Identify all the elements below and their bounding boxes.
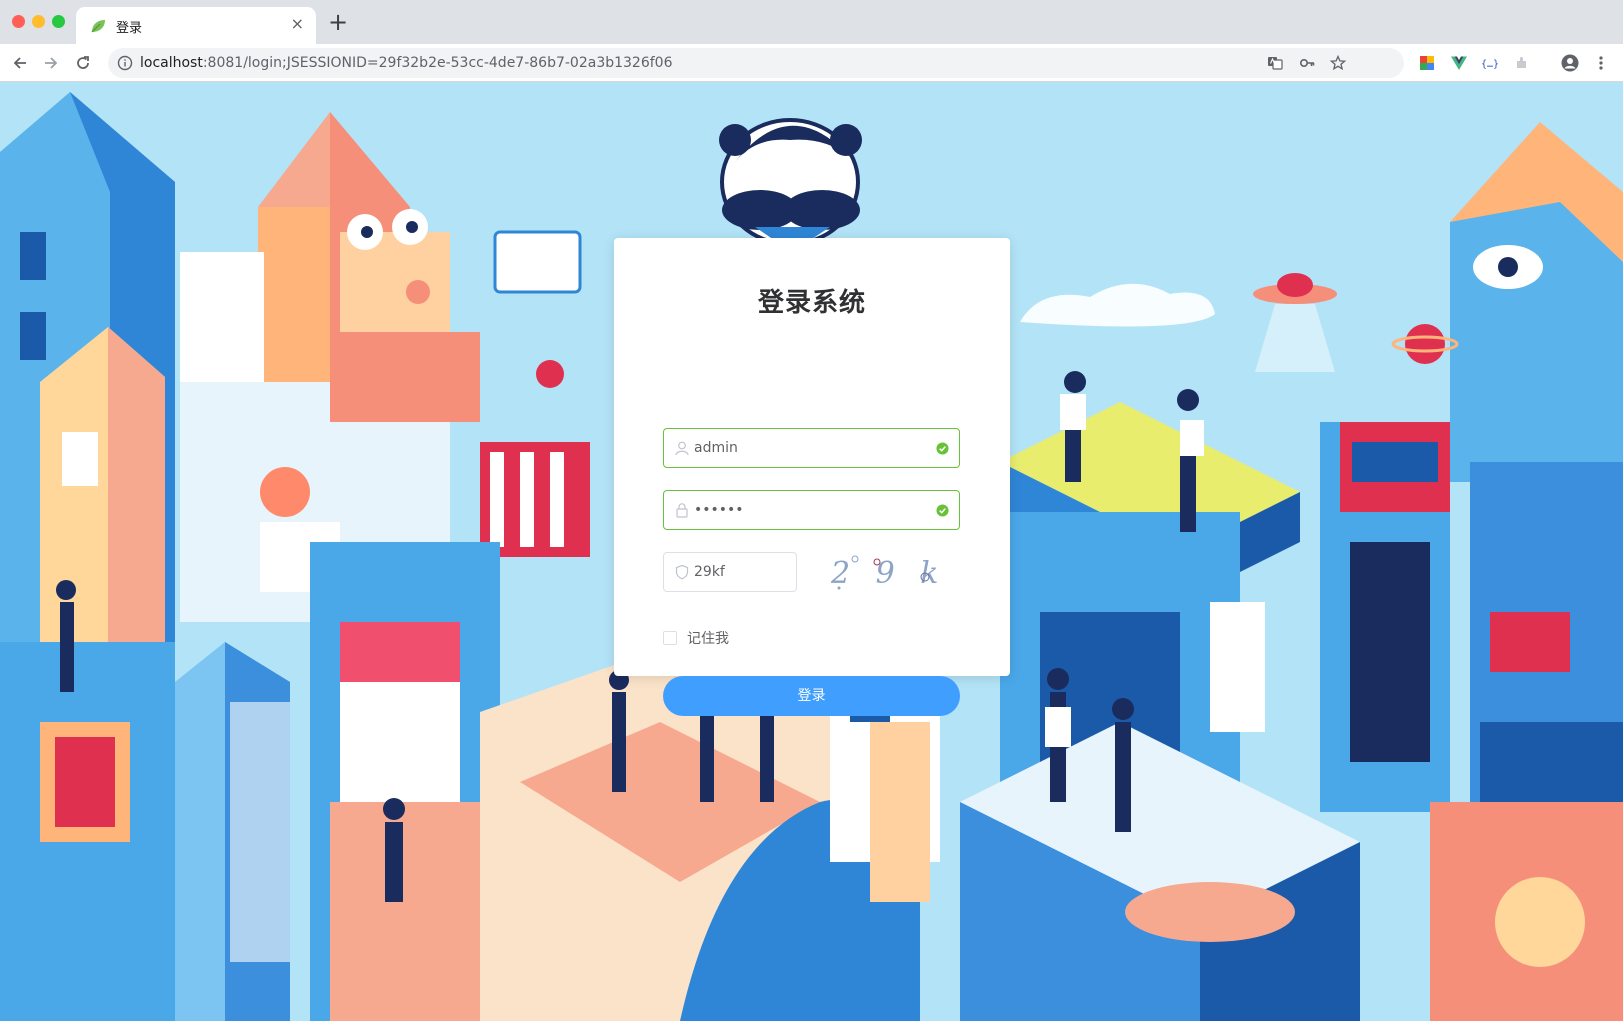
browser-menu-button[interactable] xyxy=(1592,54,1610,72)
captcha-code-field[interactable] xyxy=(663,552,797,592)
browser-toolbar: localhost:8081/login;JSESSIONID=29f32b2e… xyxy=(0,44,1623,82)
username-input[interactable] xyxy=(694,437,924,459)
close-window-button[interactable] xyxy=(12,15,25,28)
lock-icon xyxy=(676,503,688,518)
browser-tab[interactable]: 登录 × xyxy=(76,7,316,44)
tab-title: 登录 xyxy=(116,21,143,36)
puzzle-extension-icon xyxy=(1517,57,1526,68)
captcha-code-input[interactable] xyxy=(694,561,790,583)
menu-dots-icon xyxy=(1599,56,1603,70)
back-button[interactable] xyxy=(7,50,33,76)
extension-json-button[interactable]: {…} xyxy=(1481,54,1499,72)
forward-arrow-icon xyxy=(45,57,58,69)
new-tab-button[interactable]: + xyxy=(328,8,348,36)
username-field[interactable] xyxy=(663,428,960,468)
valid-check-icon xyxy=(936,504,949,517)
info-icon[interactable] xyxy=(117,55,133,71)
shield-icon xyxy=(675,564,689,580)
bookmark-button[interactable] xyxy=(1329,54,1347,72)
profile-icon xyxy=(1561,54,1579,72)
extension-color-button[interactable] xyxy=(1418,54,1436,72)
url-text: localhost:8081/login;JSESSIONID=29f32b2e… xyxy=(140,55,673,71)
profile-button[interactable] xyxy=(1561,54,1579,72)
remember-me-checkbox[interactable] xyxy=(663,631,677,645)
key-icon xyxy=(1299,59,1315,68)
address-bar[interactable]: localhost:8081/login;JSESSIONID=29f32b2e… xyxy=(108,48,1404,78)
password-key-button[interactable] xyxy=(1298,54,1316,72)
maximize-window-button[interactable] xyxy=(52,15,65,28)
extension-puzzle-button[interactable] xyxy=(1513,54,1531,72)
valid-check-icon xyxy=(936,442,949,455)
password-field[interactable] xyxy=(663,490,960,530)
forward-button[interactable] xyxy=(38,50,64,76)
back-arrow-icon xyxy=(13,57,26,69)
svg-text:{…}: {…} xyxy=(1481,59,1499,70)
extension-vue-button[interactable] xyxy=(1450,54,1468,72)
login-card: 登录系统 admin •••••• 29kf 2 9 k 记住我 登录 xyxy=(614,238,1010,716)
json-extension-icon: {…} xyxy=(1481,59,1499,70)
reload-button[interactable] xyxy=(70,50,96,76)
captcha-image[interactable]: 2 9 k F xyxy=(821,550,961,594)
remember-me[interactable]: 记住我 xyxy=(663,628,729,648)
leaf-favicon-icon xyxy=(91,20,105,33)
login-title: 登录系统 xyxy=(757,288,866,318)
vue-extension-icon xyxy=(1451,56,1467,70)
remember-me-label: 记住我 xyxy=(687,631,729,647)
tab-close-icon[interactable]: × xyxy=(291,15,304,33)
minimize-window-button[interactable] xyxy=(32,15,45,28)
browser-tab-bar: 登录 × + xyxy=(0,0,1623,44)
star-icon xyxy=(1330,55,1346,71)
captcha-text: 2 9 k F xyxy=(830,556,961,591)
login-page: 登录系统 admin •••••• 29kf 2 9 k 记住我 登录 xyxy=(0,82,1623,1021)
password-input[interactable] xyxy=(694,499,924,521)
translate-button[interactable] xyxy=(1266,54,1284,72)
user-icon xyxy=(675,441,689,456)
translate-icon xyxy=(1268,57,1283,70)
reload-icon xyxy=(77,56,89,69)
color-picker-extension-icon xyxy=(1420,56,1434,70)
login-button[interactable]: 登录 xyxy=(663,676,960,716)
